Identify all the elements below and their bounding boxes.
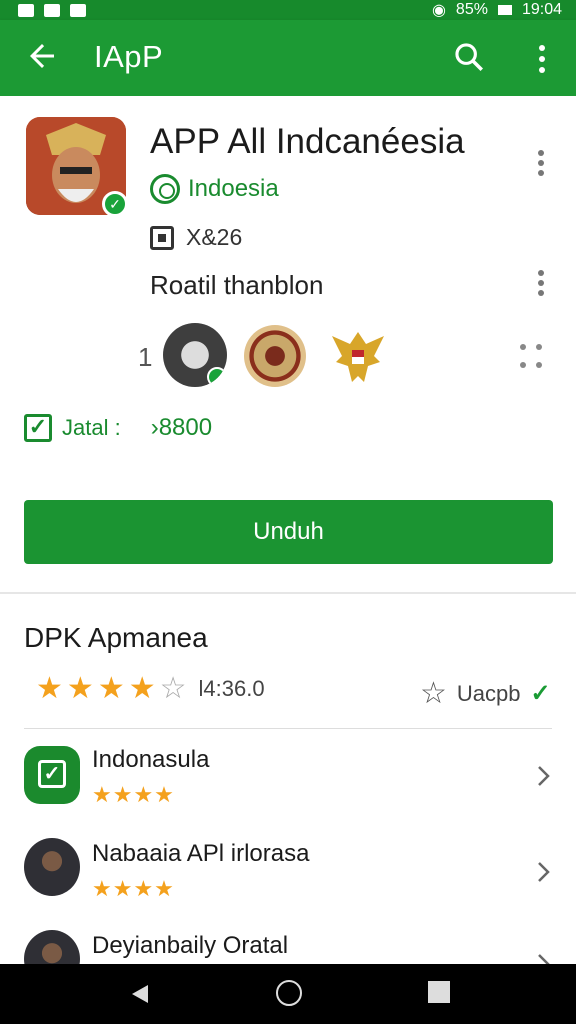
add-badge-icon bbox=[207, 367, 227, 387]
more-options-icon[interactable] bbox=[536, 270, 546, 302]
rating-score: l4:36.0 bbox=[198, 676, 265, 701]
verified-badge: ✓ bbox=[102, 191, 128, 217]
star-icon: ★ bbox=[66, 672, 94, 705]
system-status: ◉ 85% 19:04 bbox=[432, 0, 562, 20]
content-rating-icon bbox=[150, 225, 174, 250]
wifi-icon: ◉ bbox=[431, 2, 446, 19]
battery-icon bbox=[497, 5, 512, 15]
wishlist-button[interactable]: ☆ Uacpb ✓ bbox=[420, 676, 551, 711]
developer-row[interactable]: Indoesia bbox=[150, 174, 279, 204]
garuda-emblem-icon bbox=[332, 332, 384, 382]
avatar bbox=[24, 930, 80, 964]
chevron-right-icon bbox=[538, 862, 550, 882]
star-outline-icon: ☆ bbox=[420, 677, 447, 710]
list-item-title: Indonasula bbox=[92, 746, 210, 773]
list-item-stars: ★★★★ bbox=[92, 876, 175, 901]
checkbox-icon: ✓ bbox=[24, 414, 52, 442]
battery-percent: 85% bbox=[455, 1, 488, 18]
chevron-right-icon bbox=[538, 954, 550, 964]
app-list-icon: ✓ bbox=[24, 746, 80, 804]
appbar-title: IApP bbox=[94, 39, 164, 74]
arrow-left-icon[interactable] bbox=[24, 38, 60, 74]
list-item[interactable]: ✓ Indonasula ★★★★ bbox=[0, 742, 576, 832]
notification-icon bbox=[70, 3, 86, 17]
meta-text: X&26 bbox=[186, 224, 243, 250]
nav-home-icon[interactable] bbox=[276, 980, 302, 1006]
system-nav-bar bbox=[0, 964, 576, 1024]
count-label: 1 bbox=[138, 342, 153, 372]
star-half-icon: ★ bbox=[128, 672, 156, 705]
meta-row: X&26 bbox=[150, 224, 242, 251]
star-icon: ★ bbox=[97, 672, 125, 705]
developer-icon bbox=[150, 174, 180, 204]
grid-dots-icon[interactable] bbox=[520, 344, 546, 374]
list-item[interactable]: Nabaaia APl irlorasa ★★★★ bbox=[0, 836, 576, 926]
clock: 19:04 bbox=[521, 1, 562, 18]
jatal-value: ›8800 bbox=[150, 414, 213, 441]
jatal-row: ✓ Jatal : ›8800 bbox=[24, 414, 212, 442]
jatal-label: Jatal : bbox=[62, 415, 121, 440]
nav-recents-icon[interactable] bbox=[428, 981, 450, 1003]
list-item-stars: ★★★★ bbox=[92, 782, 175, 807]
wishlist-label: Uacpb bbox=[456, 680, 521, 706]
search-icon[interactable] bbox=[452, 40, 486, 74]
list-item-title: Nabaaia APl irlorasa bbox=[92, 840, 310, 867]
section-title: DPK Apmanea bbox=[24, 622, 208, 653]
chevron-right-icon bbox=[538, 766, 550, 786]
notification-icon bbox=[44, 3, 60, 17]
list-item-title: Deyianbaily Oratal bbox=[92, 932, 289, 959]
more-vertical-icon[interactable] bbox=[530, 42, 554, 76]
status-bar: ◉ 85% 19:04 bbox=[0, 0, 576, 20]
install-button[interactable]: Unduh bbox=[24, 500, 553, 564]
rating-stars: ★ ★ ★ ★ ☆ l4:36.0 bbox=[36, 674, 265, 704]
developer-name: Indoesia bbox=[188, 175, 279, 202]
star-icon: ★ bbox=[36, 672, 63, 705]
notification-icon bbox=[18, 3, 34, 17]
app-bar: IApP bbox=[0, 20, 576, 96]
notification-icons bbox=[18, 0, 86, 20]
divider bbox=[24, 728, 552, 729]
app-title: APP All Indcanéesia bbox=[150, 122, 465, 161]
check-icon: ✓ bbox=[530, 680, 551, 707]
star-empty-icon: ☆ bbox=[159, 672, 187, 705]
seal-emblem-icon bbox=[244, 325, 306, 387]
divider bbox=[0, 592, 576, 594]
rating-label: Roatil thanblon bbox=[150, 270, 324, 300]
avatar bbox=[24, 838, 80, 896]
list-item[interactable]: Deyianbaily Oratal bbox=[0, 928, 576, 964]
more-options-icon[interactable] bbox=[536, 150, 546, 182]
nav-back-icon[interactable] bbox=[128, 982, 152, 1006]
avatar[interactable] bbox=[163, 323, 227, 387]
